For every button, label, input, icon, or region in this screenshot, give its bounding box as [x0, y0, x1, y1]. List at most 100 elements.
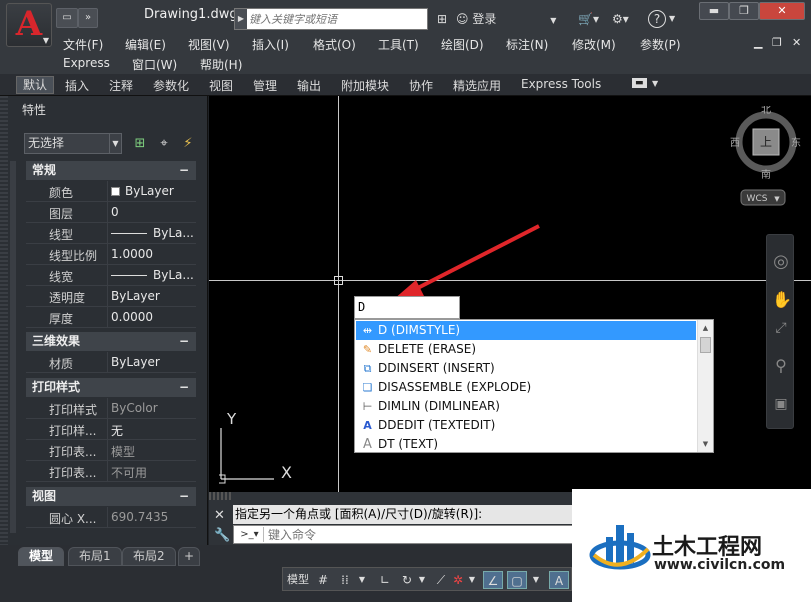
viewcube-east[interactable]: 东 [791, 136, 801, 149]
polar-icon[interactable]: ↻ [399, 571, 415, 589]
binoculars-icon[interactable]: ⊞ [432, 9, 452, 29]
annotation-scale-icon[interactable]: A [549, 571, 569, 589]
tab-layout2[interactable]: 布局2 [122, 547, 176, 566]
tab-default[interactable]: 默认 [16, 76, 55, 94]
customize-wrench-icon[interactable]: 🔧 [214, 528, 230, 543]
prop-row-plotstyle-table[interactable]: 打印样... 无 [26, 419, 196, 440]
menu-window[interactable]: 窗口(W) [132, 56, 177, 73]
scroll-down-icon[interactable]: ▼ [698, 437, 713, 451]
doc-close-icon[interactable]: ✕ [792, 36, 801, 49]
tab-express-tools[interactable]: Express Tools [521, 77, 601, 91]
object-snap-icon[interactable]: ∠ [483, 571, 503, 589]
close-button[interactable]: ✕ [759, 2, 805, 20]
search-input[interactable] [249, 10, 425, 28]
section-view[interactable]: 视图 − [26, 487, 196, 506]
chevron-down-icon[interactable]: ▼ [417, 571, 427, 589]
autocomplete-item[interactable]: A DDEDIT (TEXTEDIT) [356, 416, 696, 435]
model-space-button[interactable]: 模型 [285, 571, 311, 589]
prop-row-linetype[interactable]: 线型 ByLa... [26, 223, 196, 244]
viewcube[interactable]: 上 北 南 东 西 WCS ▼ [719, 106, 809, 216]
chevron-down-icon[interactable]: ▼ [652, 79, 658, 88]
new-file-icon[interactable]: ▭ [56, 8, 78, 28]
select-objects-icon[interactable]: ⌖ [156, 136, 172, 152]
menu-draw[interactable]: 绘图(D) [441, 36, 484, 53]
grid-icon[interactable]: # [315, 571, 331, 589]
autocomplete-item[interactable]: ⊢ DIMLIN (DIMLINEAR) [356, 397, 696, 416]
menu-insert[interactable]: 插入(I) [252, 36, 289, 53]
menu-help[interactable]: 帮助(H) [200, 56, 242, 73]
help-button[interactable]: ? [648, 10, 666, 28]
section-general[interactable]: 常规 − [26, 161, 196, 180]
tab-model[interactable]: 模型 [18, 547, 65, 566]
prop-row-lineweight[interactable]: 线宽 ByLa... [26, 265, 196, 286]
chevron-down-icon[interactable]: ▼ [531, 571, 541, 589]
close-icon[interactable]: ✕ [214, 508, 225, 523]
prop-row-plotstyle[interactable]: 打印样式 ByColor [26, 398, 196, 419]
tab-insert[interactable]: 插入 [65, 77, 89, 94]
help-dropdown-icon[interactable]: ▼ [669, 9, 675, 29]
autocomplete-item[interactable]: ⇹ D (DIMSTYLE) [356, 321, 696, 340]
zoom-extents-icon[interactable]: ⤢ [772, 319, 790, 337]
tab-manage[interactable]: 管理 [253, 77, 277, 94]
section-3d-effects[interactable]: 三维效果 − [26, 332, 196, 351]
autocomplete-item[interactable]: A DT (TEXT) [356, 435, 696, 454]
tab-view[interactable]: 视图 [209, 77, 233, 94]
prop-row-color[interactable]: 颜色 ByLayer [26, 181, 196, 202]
dynamic-input-icon[interactable]: ▢ [507, 571, 527, 589]
autocomplete-item[interactable]: ⧉ DDINSERT (INSERT) [356, 359, 696, 378]
command-input[interactable] [268, 527, 568, 542]
prop-row-material[interactable]: 材质 ByLayer [26, 352, 196, 373]
palette-scrollbar[interactable] [10, 161, 16, 533]
viewcube-north[interactable]: 北 [761, 106, 771, 116]
minimize-button[interactable]: ▬ [699, 2, 729, 20]
tab-addins[interactable]: 附加模块 [341, 77, 389, 94]
command-prompt-icon[interactable]: >_▾ [236, 527, 264, 542]
snap-icon[interactable]: ⁞⁞ [337, 571, 353, 589]
prop-row-center-x[interactable]: 圆心 X... 690.7435 [26, 507, 196, 528]
viewcube-south[interactable]: 南 [761, 168, 771, 181]
viewcube-west[interactable]: 西 [730, 138, 740, 149]
application-menu-button[interactable]: A ▼ [6, 3, 52, 47]
maximize-button[interactable]: ❐ [729, 2, 759, 20]
drawing-canvas[interactable]: 上 北 南 东 西 WCS ▼ Y X ◎ ✋ ⤢ ⚲ ▣ D ⇹ D (DIMS… [209, 96, 811, 492]
showmotion-icon[interactable]: ▣ [772, 395, 790, 413]
exchange-icon[interactable]: ⚙▾ [612, 9, 629, 29]
menu-express[interactable]: Express [63, 56, 110, 70]
menu-dimension[interactable]: 标注(N) [506, 36, 548, 53]
add-layout-button[interactable]: + [178, 547, 201, 566]
doc-minimize-icon[interactable]: ▁ [754, 36, 762, 49]
menu-tools[interactable]: 工具(T) [378, 36, 419, 53]
steering-wheel-icon[interactable]: ◎ [772, 253, 790, 271]
menu-parametric[interactable]: 参数(P) [640, 36, 681, 53]
chevron-down-icon[interactable]: ▼ [467, 571, 477, 589]
prop-row-transparency[interactable]: 透明度 ByLayer [26, 286, 196, 307]
autocomplete-scrollbar[interactable]: ▲ ▼ [697, 320, 713, 452]
section-plot-style[interactable]: 打印样式 − [26, 378, 196, 397]
menu-modify[interactable]: 修改(M) [572, 36, 616, 53]
ortho-icon[interactable]: ∟ [377, 571, 393, 589]
prop-row-thickness[interactable]: 厚度 0.0000 [26, 307, 196, 328]
tab-parametric[interactable]: 参数化 [153, 77, 189, 94]
login-button[interactable]: ☺ 登录 ▼ [456, 9, 556, 29]
toggle-pickadd-icon[interactable]: ⊞ [132, 136, 148, 152]
prop-row-plot-attached[interactable]: 打印表... 模型 [26, 440, 196, 461]
menu-edit[interactable]: 编辑(E) [125, 36, 166, 53]
isodraft-icon[interactable]: ⟋ [433, 571, 449, 589]
autocomplete-item[interactable]: ✎ DELETE (ERASE) [356, 340, 696, 359]
dynamic-command-input[interactable]: D [354, 296, 460, 319]
chevron-down-icon[interactable]: ▼ [774, 195, 780, 203]
tab-annotate[interactable]: 注释 [109, 77, 133, 94]
selection-dropdown[interactable]: 无选择 ▼ [24, 133, 122, 154]
menu-file[interactable]: 文件(F) [63, 36, 103, 53]
pan-icon[interactable]: ✋ [772, 291, 792, 309]
command-grip[interactable] [209, 492, 233, 500]
wcs-menu-label[interactable]: WCS [747, 194, 768, 204]
scroll-thumb[interactable] [700, 337, 711, 353]
prop-row-layer[interactable]: 图层 0 [26, 202, 196, 223]
prop-row-plot-type[interactable]: 打印表... 不可用 [26, 461, 196, 482]
quick-select-icon[interactable]: ⚡ [180, 136, 196, 152]
prop-row-ltscale[interactable]: 线型比例 1.0000 [26, 244, 196, 265]
tab-collaborate[interactable]: 协作 [409, 77, 433, 94]
menu-view[interactable]: 视图(V) [188, 36, 230, 53]
object-snap-tracking-icon[interactable]: ✲ [449, 571, 467, 589]
